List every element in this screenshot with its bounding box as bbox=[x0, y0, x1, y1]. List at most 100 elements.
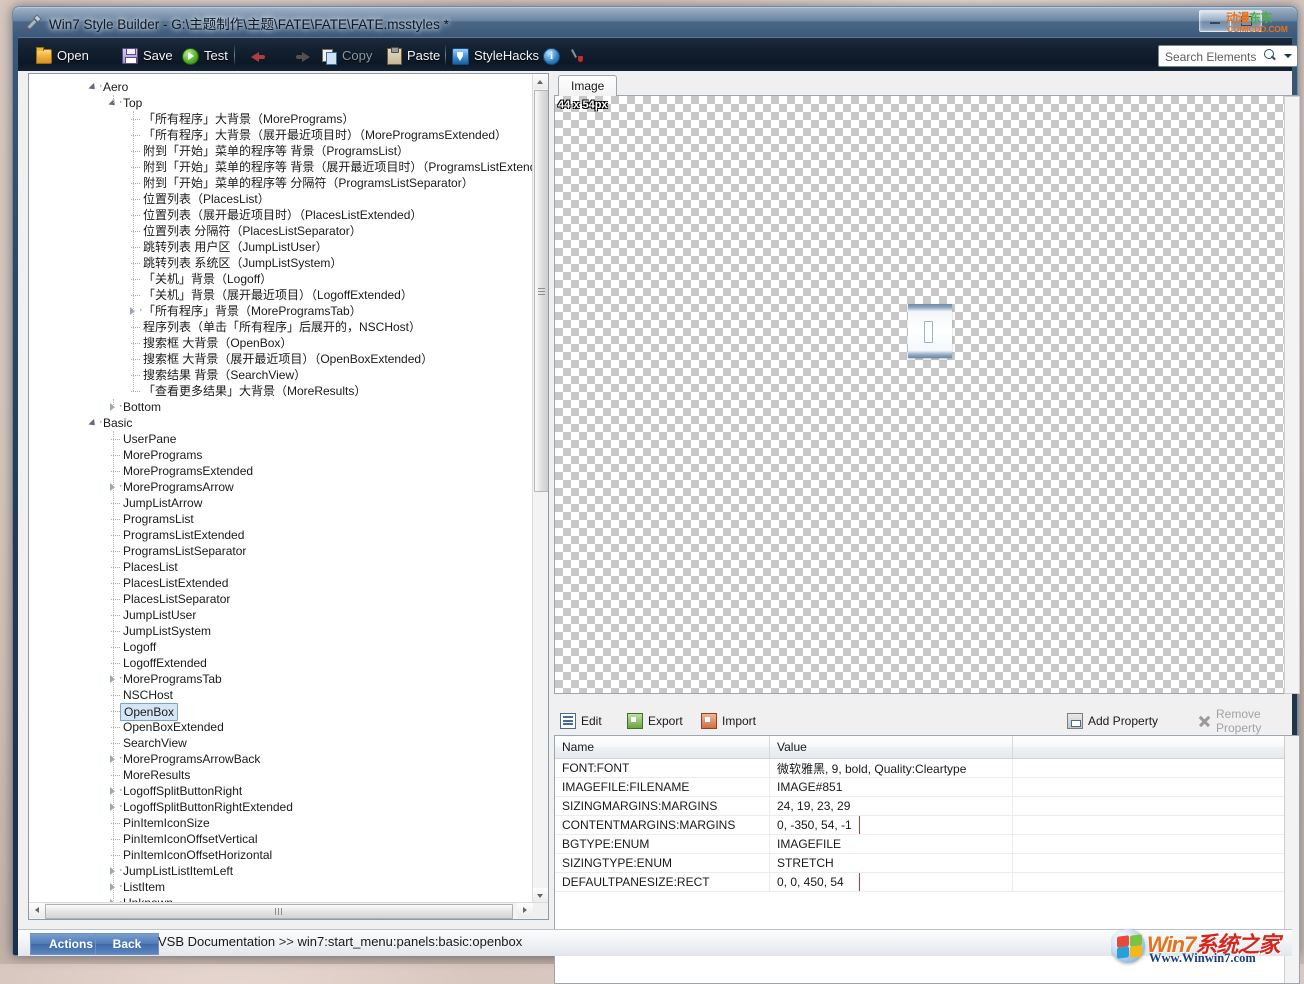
tree-item[interactable]: OpenBox bbox=[123, 703, 178, 719]
info-button[interactable]: i bbox=[543, 45, 560, 66]
tree-item[interactable]: 附到「开始」菜单的程序等 背景（ProgramsList） bbox=[143, 143, 409, 159]
copy-button[interactable]: Copy bbox=[322, 45, 372, 66]
tree-item[interactable]: 附到「开始」菜单的程序等 分隔符（ProgramsListSeparator） bbox=[143, 175, 474, 191]
tree-scroll-up-button[interactable] bbox=[533, 74, 548, 89]
breadcrumb-root[interactable]: VSB Documentation bbox=[158, 934, 275, 949]
element-tree-panel[interactable]: Aero·Top·「所有程序」大背景（MorePrograms）「所有程序」大背… bbox=[28, 73, 549, 920]
paste-button[interactable]: Paste bbox=[387, 45, 440, 66]
tree-item[interactable]: Logoff bbox=[123, 639, 156, 655]
tree-item[interactable]: PinItemIconOffsetVertical bbox=[123, 831, 258, 847]
tree-item[interactable]: ProgramsListSeparator bbox=[123, 543, 246, 559]
tree-item[interactable]: JumpListSystem bbox=[123, 623, 211, 639]
table-row[interactable]: CONTENTMARGINS:MARGINS0, -350, 54, -1 bbox=[555, 816, 1299, 835]
tree-item[interactable]: ProgramsList bbox=[123, 511, 194, 527]
open-button[interactable]: Open bbox=[36, 45, 89, 66]
tree-item[interactable]: OpenBoxExtended bbox=[123, 719, 224, 735]
tree-item[interactable]: LogoffSplitButtonRight bbox=[123, 783, 242, 799]
search-icon[interactable] bbox=[1264, 49, 1277, 62]
tree-horizontal-scroll-thumb[interactable] bbox=[45, 904, 513, 919]
tree-item[interactable]: 位置列表（展开最近项目时）（PlacesListExtended） bbox=[143, 207, 422, 223]
chevron-down-icon[interactable] bbox=[1284, 54, 1292, 58]
tree-horizontal-scrollbar[interactable] bbox=[29, 902, 548, 919]
tree-item[interactable]: 「关机」背景（展开最近项目）（LogoffExtended） bbox=[143, 287, 413, 303]
column-header-name[interactable]: Name bbox=[555, 736, 770, 759]
brush-button[interactable] bbox=[571, 45, 587, 66]
tree-item[interactable]: 「关机」背景（Logoff） bbox=[143, 271, 272, 287]
test-button[interactable]: Test bbox=[182, 45, 228, 66]
tree-item[interactable]: SearchView bbox=[123, 735, 187, 751]
tree-item[interactable]: LogoffExtended bbox=[123, 655, 207, 671]
table-row[interactable]: SIZINGTYPE:ENUMSTRETCH bbox=[555, 854, 1299, 873]
chevron-down-icon[interactable] bbox=[89, 83, 98, 92]
tree-item[interactable]: 搜索结果 背景（SearchView） bbox=[143, 367, 306, 383]
image-canvas[interactable]: 44 x 54px bbox=[554, 96, 1298, 694]
search-box[interactable] bbox=[1158, 45, 1298, 67]
table-row[interactable]: SIZINGMARGINS:MARGINS24, 19, 23, 29 bbox=[555, 797, 1299, 816]
tree-item[interactable]: JumpListListItemLeft bbox=[123, 863, 233, 879]
tree-item[interactable]: 位置列表（PlacesList） bbox=[143, 191, 270, 207]
tree-item[interactable]: 程序列表（单击「所有程序」后展开的，NSCHost） bbox=[143, 319, 421, 335]
property-value-cell[interactable]: 24, 19, 23, 29 bbox=[770, 797, 1013, 816]
remove-property-button[interactable]: Remove Property bbox=[1197, 711, 1300, 730]
tree-item[interactable]: UserPane bbox=[123, 431, 176, 447]
tree-item[interactable]: PinItemIconSize bbox=[123, 815, 210, 831]
tree-item[interactable]: JumpListUser bbox=[123, 607, 196, 623]
property-value-cell[interactable]: IMAGE#851 bbox=[770, 778, 1013, 797]
search-input[interactable] bbox=[1163, 48, 1265, 66]
tree-item[interactable]: MoreProgramsTab bbox=[123, 671, 222, 687]
tree-item[interactable]: 附到「开始」菜单的程序等 背景（展开最近项目时）（ProgramsListExt… bbox=[143, 159, 535, 175]
tree-item[interactable]: MoreProgramsArrow bbox=[123, 479, 234, 495]
property-value-cell[interactable]: IMAGEFILE bbox=[770, 835, 1013, 854]
image-vertical-scrollbar[interactable] bbox=[1284, 96, 1300, 694]
tree-item[interactable]: Aero bbox=[103, 79, 128, 95]
tree-item[interactable]: MoreProgramsArrowBack bbox=[123, 751, 260, 767]
add-property-button[interactable]: Add Property bbox=[1067, 711, 1158, 730]
tab-image[interactable]: Image bbox=[558, 75, 617, 97]
tree-item[interactable]: 跳转列表 系统区（JumpListSystem） bbox=[143, 255, 342, 271]
save-button[interactable]: Save bbox=[122, 45, 173, 66]
table-row[interactable]: IMAGEFILE:FILENAMEIMAGE#851 bbox=[555, 778, 1299, 797]
property-value-cell[interactable]: 0, 0, 450, 54 bbox=[770, 873, 1013, 892]
tree-item[interactable]: Top bbox=[123, 95, 142, 111]
tree-item[interactable]: MorePrograms bbox=[123, 447, 202, 463]
tree-item[interactable]: Basic bbox=[103, 415, 132, 431]
tree-vertical-scrollbar[interactable] bbox=[532, 74, 548, 903]
property-value-cell[interactable]: 0, -350, 54, -1 bbox=[770, 816, 1013, 835]
edit-button[interactable]: Edit bbox=[560, 711, 602, 730]
redo-button[interactable] bbox=[295, 45, 311, 66]
tree-item[interactable]: NSCHost bbox=[123, 687, 173, 703]
tree-item[interactable]: MoreResults bbox=[123, 767, 190, 783]
tree-item[interactable]: 「所有程序」大背景（MorePrograms） bbox=[143, 111, 354, 127]
tree-item[interactable]: LogoffSplitButtonRightExtended bbox=[123, 799, 293, 815]
table-row[interactable]: FONT:FONT微软雅黑, 9, bold, Quality:Cleartyp… bbox=[555, 759, 1299, 778]
tree-scroll-left-button[interactable] bbox=[29, 903, 45, 918]
tree-item[interactable]: PlacesListExtended bbox=[123, 575, 228, 591]
tree-vertical-scroll-thumb[interactable] bbox=[534, 90, 549, 492]
stylehacks-button[interactable]: StyleHacks bbox=[452, 45, 539, 66]
property-value-cell[interactable]: STRETCH bbox=[770, 854, 1013, 873]
import-button[interactable]: Import bbox=[701, 711, 756, 730]
tree-item[interactable]: 搜索框 大背景（OpenBox） bbox=[143, 335, 292, 351]
tree-item[interactable]: PinItemIconOffsetHorizontal bbox=[123, 847, 272, 863]
tree-item[interactable]: 「所有程序」背景（MoreProgramsTab） bbox=[143, 303, 362, 319]
element-tree[interactable]: Aero·Top·「所有程序」大背景（MorePrograms）「所有程序」大背… bbox=[29, 74, 535, 902]
column-header-value[interactable]: Value bbox=[770, 736, 1013, 759]
export-button[interactable]: Export bbox=[627, 711, 683, 730]
tree-item[interactable]: PlacesList bbox=[123, 559, 178, 575]
tree-item[interactable]: PlacesListSeparator bbox=[123, 591, 230, 607]
table-row[interactable]: DEFAULTPANESIZE:RECT0, 0, 450, 54 bbox=[555, 873, 1299, 892]
tree-item[interactable]: ProgramsListExtended bbox=[123, 527, 244, 543]
chevron-down-icon[interactable] bbox=[89, 419, 98, 428]
tree-item[interactable]: ListItem bbox=[123, 879, 165, 895]
tree-item[interactable]: 「所有程序」大背景（展开最近项目时）（MoreProgramsExtended） bbox=[143, 127, 507, 143]
breadcrumb-path[interactable]: win7:start_menu:panels:basic:openbox bbox=[298, 934, 523, 949]
tree-item[interactable]: Bottom bbox=[123, 399, 161, 415]
undo-button[interactable] bbox=[250, 45, 266, 66]
tree-item[interactable]: MoreProgramsExtended bbox=[123, 463, 253, 479]
back-button[interactable]: Back bbox=[95, 933, 159, 955]
tree-item[interactable]: Unknown bbox=[123, 895, 173, 902]
tree-item[interactable]: 跳转列表 用户区（JumpListUser） bbox=[143, 239, 328, 255]
tree-scroll-right-button[interactable] bbox=[517, 903, 533, 918]
tree-item[interactable]: JumpListArrow bbox=[123, 495, 202, 511]
tree-item[interactable]: 「查看更多结果」大背景（MoreResults） bbox=[143, 383, 366, 399]
